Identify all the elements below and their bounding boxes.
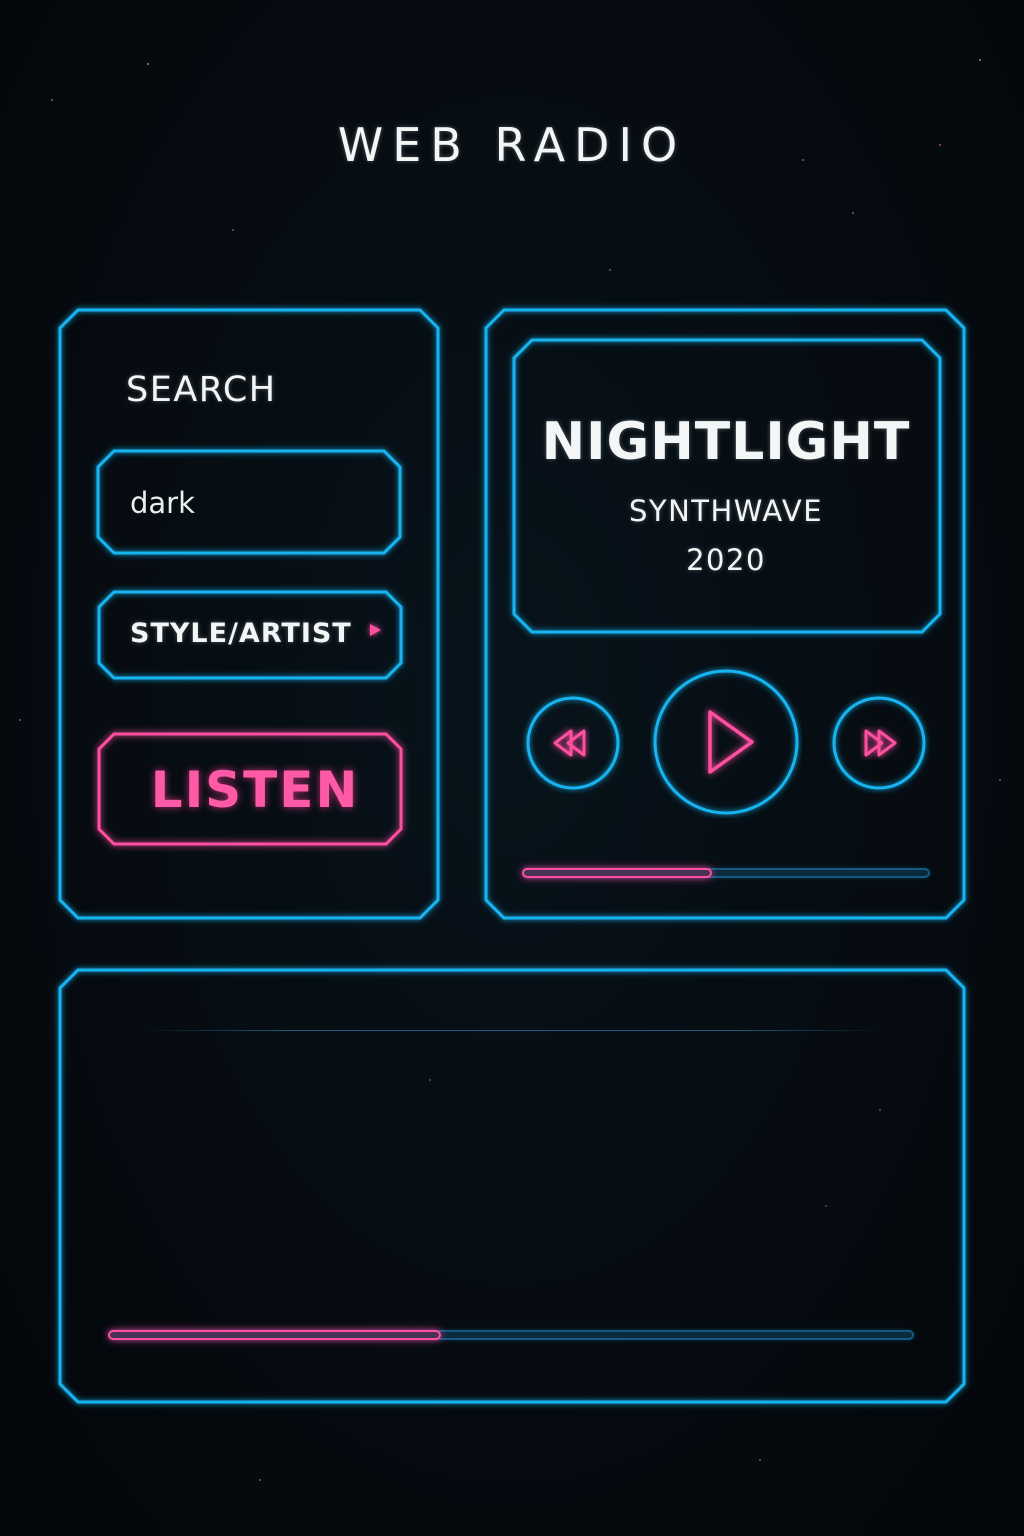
listen-button[interactable]: LISTEN — [100, 735, 402, 845]
style-artist-label: STYLE/ARTIST — [130, 618, 352, 649]
track-title: NIGHTLIGHT — [541, 412, 911, 472]
track-year: 2020 — [686, 543, 766, 577]
lower-panel-divider — [140, 1030, 884, 1031]
lower-progress-fill — [108, 1330, 441, 1340]
lower-progress-bar[interactable] — [108, 1330, 914, 1340]
player-progress-bar[interactable] — [522, 868, 930, 878]
track-genre: SYNTHWAVE — [628, 494, 824, 528]
search-input[interactable] — [104, 456, 394, 550]
play-icon — [708, 710, 754, 774]
fast-forward-icon — [864, 729, 897, 757]
style-artist-select[interactable]: STYLE/ARTIST — [104, 596, 396, 674]
listen-button-label: LISTEN — [150, 761, 360, 819]
search-label: SEARCH — [126, 370, 277, 410]
caret-right-icon — [370, 624, 381, 636]
fast-forward-button[interactable] — [828, 692, 930, 794]
rewind-icon — [553, 729, 586, 757]
rewind-button[interactable] — [522, 692, 624, 794]
player-progress-fill — [522, 868, 712, 878]
play-button[interactable] — [650, 666, 802, 818]
